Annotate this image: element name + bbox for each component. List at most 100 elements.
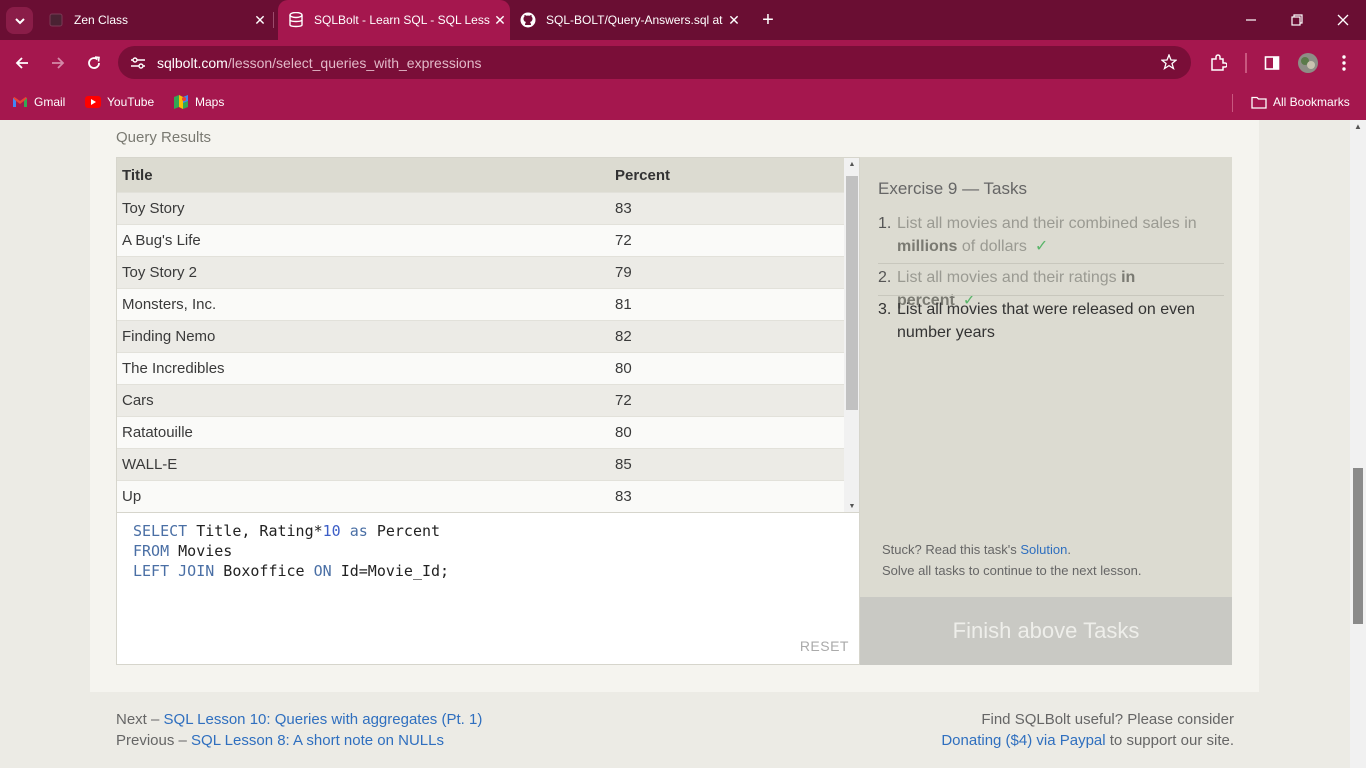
close-tab-icon[interactable]: ✕ (490, 12, 510, 29)
previous-lesson-link[interactable]: SQL Lesson 8: A short note on NULLs (191, 732, 444, 749)
cell-title: Toy Story (122, 200, 185, 217)
close-tab-icon[interactable]: ✕ (724, 12, 744, 29)
solve-all-text: Solve all tasks to continue to the next … (882, 563, 1142, 578)
scroll-up-arrow-icon[interactable]: ▲ (844, 158, 859, 172)
extensions-icon[interactable] (1205, 50, 1231, 76)
sql-editor[interactable]: SELECT Title, Rating*10 as Percent FROM M… (116, 513, 860, 665)
code-token: as (349, 522, 368, 540)
minimize-icon[interactable] (1228, 0, 1274, 40)
youtube-icon (85, 95, 101, 109)
cell-title: Monsters, Inc. (122, 296, 217, 313)
results-scrollbar[interactable]: ▲ ▼ (844, 158, 859, 512)
scroll-down-arrow-icon[interactable]: ▼ (844, 500, 859, 512)
task-item: 2. List all movies and their ratings in … (878, 266, 1224, 309)
solution-link[interactable]: Solution (1020, 542, 1067, 557)
url-host: sqlbolt.com (157, 54, 228, 71)
tab-github[interactable]: SQL-BOLT/Query-Answers.sql at ✕ (520, 0, 744, 40)
table-row: The Incredibles 80 (117, 352, 844, 384)
cell-title: Ratatouille (122, 424, 193, 441)
previous-lesson-line: Previous – SQL Lesson 8: A short note on… (116, 730, 482, 751)
cell-percent: 80 (615, 360, 632, 377)
chevron-down-icon (14, 17, 25, 24)
task-item: 3. List all movies that were released on… (878, 298, 1224, 344)
tab-search-button[interactable] (6, 7, 33, 34)
bookmark-youtube[interactable]: YouTube (85, 93, 154, 111)
toolbar-divider (1245, 53, 1247, 73)
cell-title: The Incredibles (122, 360, 225, 377)
url-path: /lesson/select_queries_with_expressions (227, 54, 482, 71)
cell-percent: 81 (615, 296, 632, 313)
donate-suffix: to support our site. (1105, 732, 1234, 749)
address-bar[interactable]: sqlbolt.com/lesson/select_queries_with_e… (118, 46, 1191, 79)
lesson-navigation: Next – SQL Lesson 10: Queries with aggre… (116, 709, 482, 751)
bookmark-star-icon[interactable] (1160, 53, 1178, 71)
forward-arrow-icon[interactable] (45, 50, 71, 76)
reset-button[interactable]: RESET (800, 638, 849, 654)
close-tab-icon[interactable]: ✕ (250, 12, 270, 29)
side-panel-icon[interactable] (1259, 50, 1285, 76)
task-text: List all movies and their combined sales… (897, 212, 1217, 258)
cell-title: WALL-E (122, 456, 178, 473)
table-row: Toy Story 2 79 (117, 256, 844, 288)
bookmark-label: Maps (195, 95, 225, 109)
bookmarks-bar: Gmail YouTube Maps All Bookmarks (0, 85, 1366, 120)
bookmark-gmail[interactable]: Gmail (12, 93, 65, 111)
stuck-text: Stuck? Read this task's (882, 542, 1021, 557)
profile-avatar[interactable] (1295, 50, 1321, 76)
tab-title: Zen Class (74, 13, 129, 27)
cell-title: A Bug's Life (122, 232, 201, 249)
code-token: 10 (322, 522, 341, 540)
next-prefix: Next – (116, 711, 164, 728)
tab-title: SQL-BOLT/Query-Answers.sql at (546, 13, 723, 27)
site-info-icon[interactable] (130, 56, 146, 70)
back-arrow-icon[interactable] (9, 50, 35, 76)
all-bookmarks-button[interactable]: All Bookmarks (1251, 93, 1350, 111)
more-menu-icon[interactable] (1331, 50, 1357, 76)
code-token: Id=Movie_Id; (331, 562, 450, 580)
page-scrollbar[interactable]: ▲ (1350, 120, 1366, 768)
scroll-up-arrow-icon[interactable]: ▲ (1350, 122, 1366, 131)
code-token: Movies (169, 542, 233, 560)
cell-title: Cars (122, 392, 154, 409)
tab-zen-class[interactable]: Zen Class ✕ (48, 0, 274, 40)
task-item: 1. List all movies and their combined sa… (878, 212, 1224, 258)
maps-icon (173, 95, 189, 109)
query-results-table[interactable]: Title Percent Toy Story 83 A Bug's Life 72 T… (116, 157, 860, 513)
task-number: 1. (878, 215, 892, 232)
table-row: Finding Nemo 82 (117, 320, 844, 352)
code-token: Title, Rating* (187, 522, 323, 540)
scrollbar-thumb[interactable] (846, 176, 858, 410)
page-viewport: Query Results Title Percent Toy Story 83 A… (0, 120, 1350, 768)
reload-icon[interactable] (81, 50, 107, 76)
next-lesson-link[interactable]: SQL Lesson 10: Queries with aggregates (… (164, 711, 483, 728)
task-divider (878, 295, 1224, 296)
table-header: Title Percent (117, 158, 844, 192)
folder-icon (1251, 95, 1267, 109)
donate-link[interactable]: Donating ($4) via Paypal (941, 732, 1105, 749)
restore-icon[interactable] (1274, 0, 1320, 40)
cell-percent: 85 (615, 456, 632, 473)
table-row: Toy Story 83 (117, 192, 844, 224)
code-token: LEFT JOIN (133, 562, 215, 580)
bookmark-maps[interactable]: Maps (173, 93, 224, 111)
column-header-title: Title (122, 167, 153, 184)
task-text-bold: millions (897, 238, 958, 255)
useful-text: Find SQLBolt useful? Please consider (981, 711, 1234, 728)
query-results-label: Query Results (116, 129, 212, 146)
page-scrollbar-thumb[interactable] (1353, 468, 1363, 624)
bookmark-label: YouTube (107, 95, 155, 109)
stuck-period: . (1067, 542, 1071, 557)
donation-note: Find SQLBolt useful? Please consider Don… (941, 709, 1234, 751)
table-row: WALL-E 85 (117, 448, 844, 480)
task-number: 3. (878, 301, 892, 318)
browser-toolbar: sqlbolt.com/lesson/select_queries_with_e… (0, 40, 1366, 85)
tab-sqlbolt[interactable]: SQLBolt - Learn SQL - SQL Lesson ✕ (278, 0, 510, 40)
close-window-icon[interactable] (1320, 0, 1366, 40)
github-icon (520, 12, 536, 28)
finish-tasks-button[interactable]: Finish above Tasks (860, 597, 1232, 665)
new-tab-icon[interactable]: + (758, 8, 778, 32)
cell-percent: 80 (615, 424, 632, 441)
task-text: List all movies that were released on ev… (897, 301, 1195, 341)
cell-title: Toy Story 2 (122, 264, 198, 281)
